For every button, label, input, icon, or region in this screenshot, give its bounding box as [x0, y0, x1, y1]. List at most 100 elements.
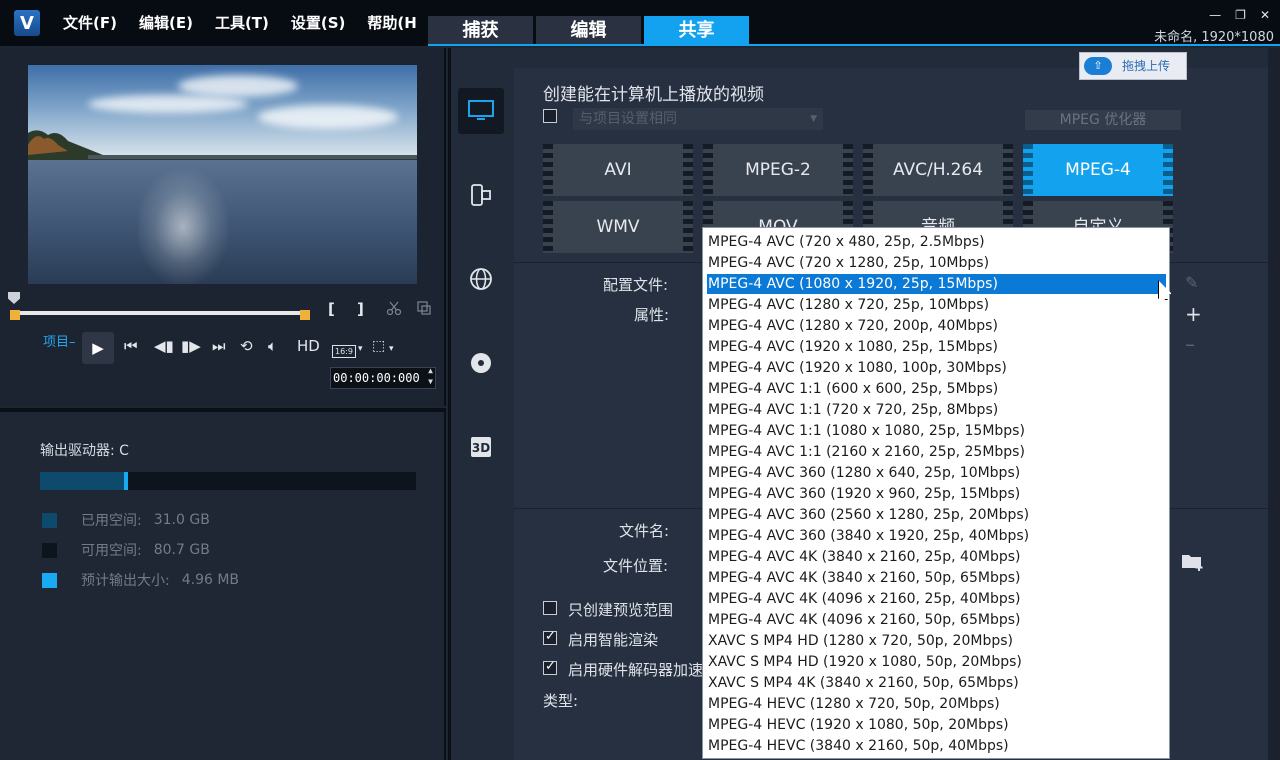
copy-icon[interactable]	[416, 300, 432, 316]
profile-option[interactable]: MPEG-4 AVC 360 (1920 x 960, 25p, 15Mbps)	[707, 484, 1166, 504]
format-wmv[interactable]: WMV	[543, 201, 693, 253]
profile-option[interactable]: MPEG-4 AVC (1080 x 1920, 25p, 15Mbps)	[707, 274, 1166, 294]
volume-icon[interactable]: 🔈︎	[268, 337, 277, 355]
mark-out-button[interactable]: ]	[357, 300, 364, 318]
scrub-bar[interactable]	[10, 310, 310, 324]
go-to-start-icon[interactable]: ⏮	[124, 337, 138, 355]
profile-option[interactable]: MPEG-4 HEVC (3840 x 2160, 50p, 40Mbps)	[707, 736, 1166, 756]
drag-upload-label: 拖拽上传	[1122, 59, 1171, 73]
tab-capture[interactable]: 捕获	[428, 16, 533, 46]
web-globe-icon[interactable]	[458, 256, 504, 302]
type-label: 类型:	[543, 692, 579, 710]
output-drive-label: 输出驱动器: C	[40, 443, 129, 459]
timecode-field[interactable]: 00:00:00:000 ▲ ▼	[330, 365, 436, 389]
drive-used-fill	[40, 472, 124, 490]
vertical-scrollbar[interactable]	[1268, 48, 1280, 760]
aspect-ratio-button[interactable]: 16:9	[332, 345, 356, 358]
profile-option[interactable]: MPEG-4 AVC 4K (4096 x 2160, 25p, 40Mbps)	[707, 589, 1166, 609]
profile-option[interactable]: XAVC S MP4 HD (1920 x 1080, 50p, 20Mbps)	[707, 652, 1166, 672]
add-icon[interactable]: +	[1185, 302, 1202, 326]
remove-icon[interactable]: –	[1185, 332, 1195, 356]
tab-share[interactable]: 共享	[644, 16, 749, 46]
profile-option[interactable]: MPEG-4 AVC 1:1 (1080 x 1080, 25p, 15Mbps…	[707, 421, 1166, 441]
legend-used: 已用空间: 31.0 GB	[42, 510, 210, 530]
repeat-icon[interactable]: ⟲	[240, 337, 253, 355]
profile-option[interactable]: MPEG-4 AVC (720 x 480, 25p, 2.5Mbps)	[707, 232, 1166, 252]
mark-in-button[interactable]: [	[328, 300, 335, 318]
profile-dropdown-list[interactable]: MPEG-4 AVC (720 x 480, 25p, 2.5Mbps) MPEG…	[702, 227, 1170, 759]
same-as-project-select[interactable]: 与项目设置相同 ▼	[573, 108, 823, 130]
menu-bar: 文件(F) 编辑(E) 工具(T) 设置(S) 帮助(H	[52, 0, 428, 46]
computer-icon[interactable]	[458, 88, 504, 134]
menu-help[interactable]: 帮助(H	[367, 0, 416, 46]
preview-sparkle	[138, 170, 228, 284]
drive-estimate-fill	[124, 472, 128, 490]
format-mpeg4[interactable]: MPEG-4	[1023, 144, 1173, 196]
menu-settings[interactable]: 设置(S)	[291, 0, 346, 46]
smart-render-checkbox[interactable]	[543, 629, 557, 645]
hw-decoder-checkbox[interactable]	[543, 659, 557, 675]
menu-file[interactable]: 文件(F)	[63, 0, 117, 46]
profile-option[interactable]: MPEG-4 AVC (1280 x 720, 25p, 10Mbps)	[707, 295, 1166, 315]
hw-decoder-label: 启用硬件解码器加速	[568, 661, 704, 679]
go-to-end-icon[interactable]: ⏭	[212, 337, 226, 355]
profile-option[interactable]: MPEG-4 AVC 1:1 (720 x 720, 25p, 8Mbps)	[707, 400, 1166, 420]
profile-option[interactable]: MPEG-4 AVC (1920 x 1080, 25p, 15Mbps)	[707, 337, 1166, 357]
chevron-down-icon: ▼	[810, 114, 817, 124]
playhead-marker[interactable]	[8, 292, 20, 304]
profile-option[interactable]: MPEG-4 AVC 4K (3840 x 2160, 25p, 40Mbps)	[707, 547, 1166, 567]
profile-option[interactable]: MPEG-4 AVC 360 (3840 x 1920, 25p, 40Mbps…	[707, 526, 1166, 546]
scissors-icon[interactable]	[386, 300, 402, 316]
fullscreen-dropdown-arrow-icon[interactable]: ▾	[389, 344, 394, 354]
legend-estimate-value: 4.96 MB	[181, 572, 240, 588]
preview-range-checkbox[interactable]	[543, 601, 557, 615]
drag-upload-button[interactable]: ⇧ 拖拽上传	[1079, 52, 1187, 80]
play-button[interactable]: ▶	[82, 332, 114, 364]
profile-option[interactable]: MPEG-4 HEVC (1920 x 1080, 50p, 20Mbps)	[707, 715, 1166, 735]
aspect-dropdown-arrow-icon[interactable]: ▾	[358, 344, 363, 354]
legend-free-label: 可用空间:	[81, 543, 142, 559]
profile-option[interactable]: MPEG-4 AVC (1920 x 1080, 100p, 30Mbps)	[707, 358, 1166, 378]
next-frame-icon[interactable]: ▮▶	[181, 337, 201, 355]
same-as-project-value: 与项目设置相同	[579, 111, 677, 127]
video-preview	[28, 65, 417, 284]
profile-option[interactable]: MPEG-4 HEVC (1280 x 720, 50p, 20Mbps)	[707, 694, 1166, 714]
mpeg-optimizer-button[interactable]: MPEG 优化器	[1025, 110, 1181, 130]
folder-add-icon[interactable]	[1181, 552, 1205, 577]
profile-option[interactable]: MPEG-4 AVC 360 (2560 x 1280, 25p, 20Mbps…	[707, 505, 1166, 525]
profile-option[interactable]: MPEG-4 AVC 360 (1280 x 640, 25p, 10Mbps)	[707, 463, 1166, 483]
device-icon[interactable]	[458, 172, 504, 218]
preview-cloud	[178, 75, 298, 97]
menu-tools[interactable]: 工具(T)	[215, 0, 269, 46]
mark-in-handle[interactable]	[10, 310, 20, 320]
3d-icon[interactable]: 3D	[458, 424, 504, 470]
format-avc-h264[interactable]: AVC/H.264	[863, 144, 1013, 196]
legend-estimate: 预计输出大小: 4.96 MB	[42, 570, 239, 590]
hd-toggle[interactable]: HD	[297, 337, 320, 355]
project-info: 未命名, 1920*1080	[1154, 30, 1274, 45]
menu-edit[interactable]: 编辑(E)	[139, 0, 193, 46]
fullscreen-select-icon[interactable]: ⬚	[372, 338, 385, 354]
legend-used-swatch	[42, 512, 57, 528]
same-as-project-checkbox[interactable]	[543, 109, 557, 123]
profile-option[interactable]: MPEG-4 AVC 4K (3840 x 2160, 50p, 65Mbps)	[707, 568, 1166, 588]
profile-option[interactable]: XAVC S MP4 4K (3840 x 2160, 50p, 65Mbps)	[707, 673, 1166, 693]
restore-icon[interactable]: ❐	[1235, 8, 1246, 22]
profile-option[interactable]: XAVC S MP4 HD (1280 x 720, 50p, 20Mbps)	[707, 631, 1166, 651]
format-mpeg2[interactable]: MPEG-2	[703, 144, 853, 196]
mark-out-handle[interactable]	[300, 310, 310, 320]
tab-edit[interactable]: 编辑	[536, 16, 641, 46]
close-icon[interactable]: ✕	[1260, 8, 1270, 22]
profile-option[interactable]: MPEG-4 AVC 1:1 (600 x 600, 25p, 5Mbps)	[707, 379, 1166, 399]
profile-option[interactable]: MPEG-4 AVC 4K (4096 x 2160, 50p, 65Mbps)	[707, 610, 1166, 630]
project-mode-label[interactable]: 项目–	[43, 331, 76, 350]
profile-option[interactable]: MPEG-4 AVC (720 x 1280, 25p, 10Mbps)	[707, 253, 1166, 273]
format-avi[interactable]: AVI	[543, 144, 693, 196]
previous-frame-icon[interactable]: ◀▮	[154, 337, 174, 355]
edit-pencil-icon[interactable]: ✎	[1185, 273, 1198, 292]
dvd-disc-icon[interactable]	[458, 340, 504, 386]
minimize-icon[interactable]: —	[1209, 8, 1221, 22]
timecode-stepper-icon[interactable]: ▲ ▼	[428, 365, 433, 387]
profile-option[interactable]: MPEG-4 AVC 1:1 (2160 x 2160, 25p, 25Mbps…	[707, 442, 1166, 462]
profile-option[interactable]: MPEG-4 AVC (1280 x 720, 200p, 40Mbps)	[707, 316, 1166, 336]
